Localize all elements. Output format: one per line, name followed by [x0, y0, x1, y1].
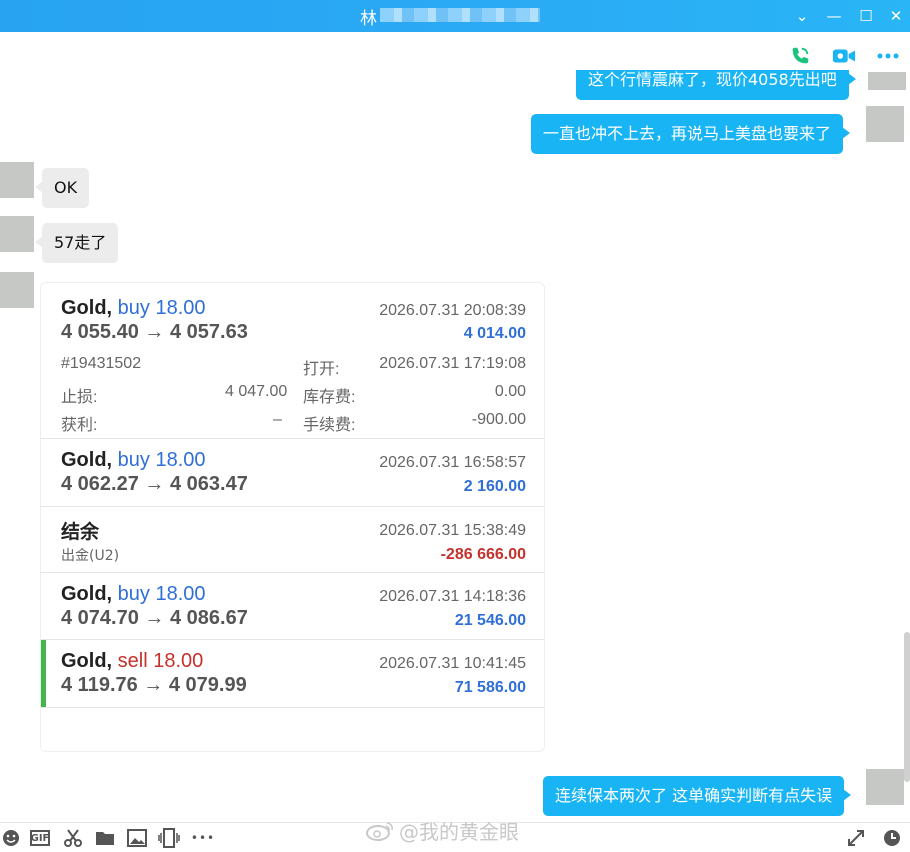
trade-symbol: Gold, buy 18.00	[61, 297, 206, 319]
trade-time: 2026.07.31 20:08:39	[379, 302, 526, 319]
message-bubble-received: OK	[34, 168, 90, 208]
trade-prices: 4 055.40 → 4 057.63	[61, 321, 248, 343]
gif-button[interactable]: GIF	[30, 830, 50, 846]
history-clock-icon[interactable]	[881, 827, 903, 849]
more-tools-button[interactable]: •••	[191, 827, 214, 849]
watermark: @我的黄金眼	[365, 816, 519, 847]
stop-loss-label: 止损:	[61, 389, 98, 406]
trade-row: Gold, buy 18.00 4 055.40 → 4 057.63 2026…	[41, 283, 544, 439]
more-icon[interactable]	[876, 44, 900, 68]
folder-icon[interactable]	[94, 827, 116, 849]
emoji-icon[interactable]	[0, 827, 22, 849]
trade-profit: 4 014.00	[463, 325, 526, 342]
avatar[interactable]	[0, 272, 34, 308]
trade-time: 2026.07.31 15:38:49	[379, 522, 526, 539]
trade-profit: 71 586.00	[454, 679, 526, 696]
expand-icon[interactable]	[845, 827, 867, 849]
redacted-name	[380, 8, 540, 22]
trade-prices: 4 119.76 → 4 079.99	[61, 674, 247, 696]
video-call-icon[interactable]	[832, 44, 856, 68]
trade-time: 2026.07.31 14:18:36	[379, 588, 526, 605]
chat-title: 林	[360, 9, 377, 29]
watermark-text: @我的黄金眼	[399, 820, 519, 844]
maximize-button[interactable]: ☐	[855, 5, 877, 27]
stop-loss-value: 4 047.00	[225, 383, 288, 400]
scissors-icon[interactable]	[62, 827, 84, 849]
close-button[interactable]: ✕	[885, 5, 907, 27]
minimize-button[interactable]: —	[823, 5, 845, 27]
image-icon[interactable]	[126, 827, 148, 849]
trade-profit: -286 666.00	[440, 546, 526, 563]
trade-prices: 4 062.27 → 4 063.47	[61, 473, 248, 495]
trade-profit: 21 546.00	[454, 612, 526, 629]
trade-row: Gold, buy 18.00 4 074.70 → 4 086.67 2026…	[41, 573, 544, 640]
take-profit-label: 获利:	[61, 417, 98, 434]
message-bubble-sent: 一直也冲不上去，再说马上美盘也要来了	[531, 114, 851, 154]
trade-history-image[interactable]: Gold, buy 18.00 4 055.40 → 4 057.63 2026…	[40, 282, 545, 752]
trade-time: 2026.07.31 16:58:57	[379, 454, 526, 471]
avatar[interactable]	[868, 72, 906, 90]
message-bubble-received: 57走了	[34, 223, 119, 263]
swap-value: 0.00	[494, 383, 526, 400]
sell-marker	[41, 640, 46, 707]
trade-profit: 2 160.00	[463, 478, 526, 495]
scrollbar[interactable]	[904, 632, 910, 782]
fee-value: -900.00	[471, 411, 526, 428]
avatar[interactable]	[866, 769, 904, 805]
chat-header-actions	[788, 44, 900, 68]
open-label: 打开:	[303, 361, 340, 378]
take-profit-value: –	[273, 411, 282, 428]
balance-subtitle: 出金(U2)	[61, 548, 120, 564]
avatar[interactable]	[0, 162, 34, 198]
screen-shake-icon[interactable]	[158, 827, 180, 849]
trade-symbol: Gold, sell 18.00	[61, 650, 204, 672]
message-bubble-sent: 连续保本两次了 这单确实判断有点失误	[543, 776, 852, 816]
weibo-logo-icon	[365, 820, 395, 847]
trade-prices: 4 074.70 → 4 086.67	[61, 607, 248, 629]
avatar[interactable]	[0, 216, 34, 252]
trade-row: Gold, buy 18.00 4 062.27 → 4 063.47 2026…	[41, 439, 544, 507]
title-bar: 林 ⌄ — ☐ ✕	[0, 0, 910, 32]
balance-title: 结余	[61, 521, 100, 543]
trade-symbol: Gold, buy 18.00	[61, 449, 206, 471]
phone-icon[interactable]	[788, 44, 812, 68]
trade-time: 2026.07.31 10:41:45	[379, 655, 526, 672]
trade-symbol: Gold, buy 18.00	[61, 583, 206, 605]
open-time: 2026.07.31 17:19:08	[379, 355, 526, 372]
collapse-button[interactable]: ⌄	[791, 5, 813, 27]
avatar[interactable]	[866, 106, 904, 142]
balance-row: 结余 出金(U2) 2026.07.31 15:38:49 -286 666.0…	[41, 507, 544, 573]
fee-label: 手续费:	[303, 417, 356, 434]
trade-row: Gold, sell 18.00 4 119.76 → 4 079.99 202…	[41, 640, 544, 708]
ticket-number: #19431502	[61, 355, 142, 372]
swap-label: 库存费:	[303, 389, 356, 406]
chat-area: 这个行情震麻了，现价4058先出吧 一直也冲不上去，再说马上美盘也要来了 OK …	[0, 32, 910, 822]
